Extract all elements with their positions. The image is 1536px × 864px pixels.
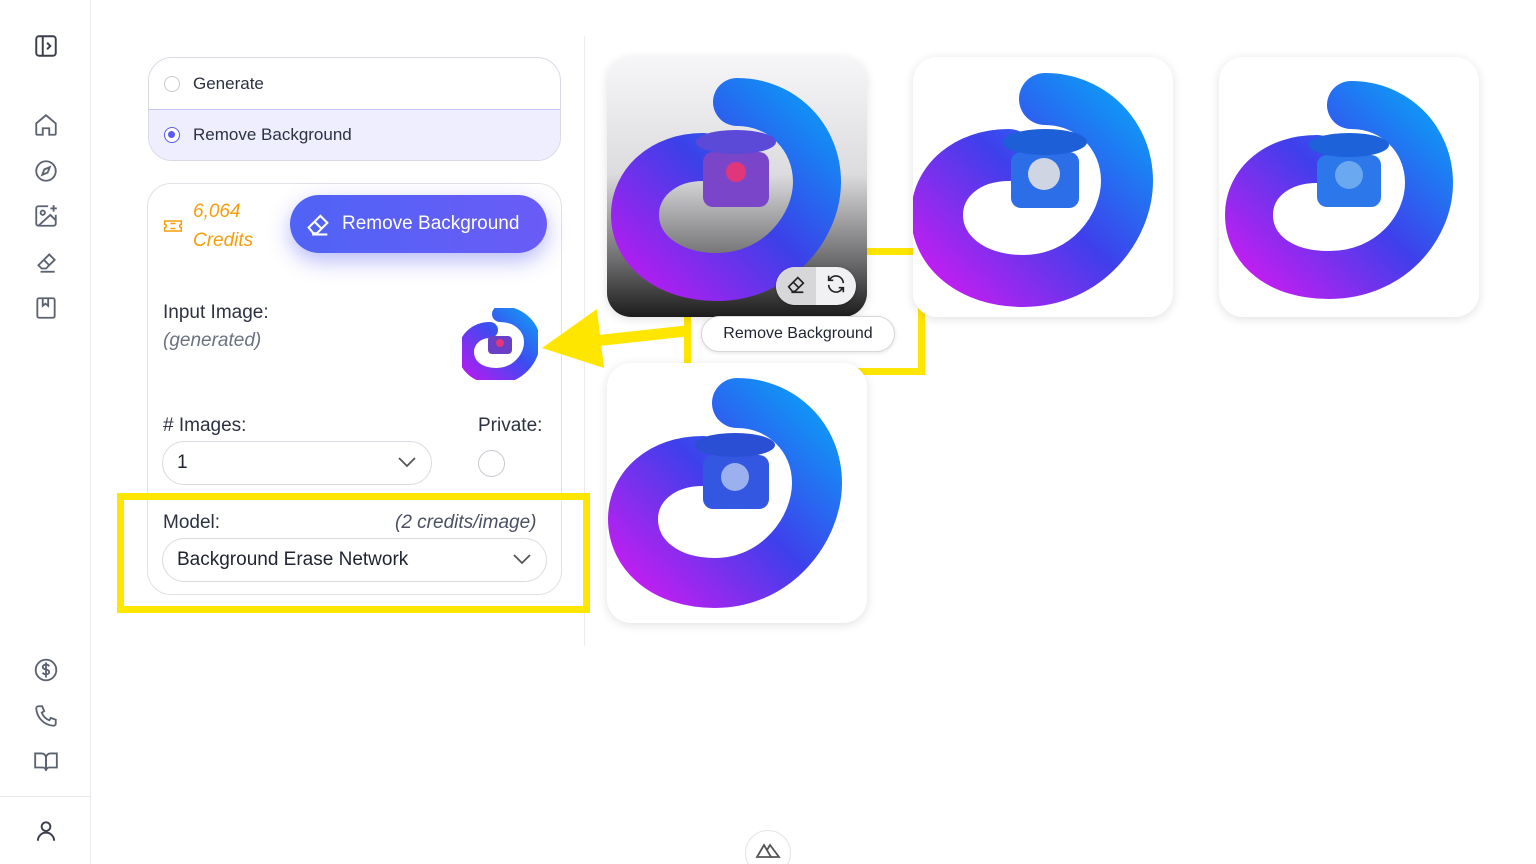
book-icon[interactable] bbox=[31, 746, 61, 776]
card-regenerate-button[interactable] bbox=[816, 267, 856, 305]
icon-sidebar bbox=[0, 0, 91, 864]
eraser-icon bbox=[304, 210, 332, 238]
result-image-card-4[interactable] bbox=[607, 363, 867, 623]
card-action-pill bbox=[776, 267, 856, 305]
private-label: Private: bbox=[478, 415, 543, 436]
input-image-note: (generated) bbox=[163, 330, 262, 351]
bookmark-icon[interactable] bbox=[31, 293, 61, 323]
input-image-thumbnail[interactable] bbox=[457, 306, 541, 385]
tooltip: Remove Background bbox=[701, 316, 895, 352]
logo-icon[interactable] bbox=[745, 830, 791, 864]
sidebar-toggle-icon[interactable] bbox=[31, 31, 61, 61]
phone-icon[interactable] bbox=[31, 701, 61, 731]
user-icon[interactable] bbox=[31, 816, 61, 846]
ticket-icon bbox=[163, 214, 183, 243]
home-icon[interactable] bbox=[31, 110, 61, 140]
private-checkbox[interactable] bbox=[478, 450, 505, 477]
input-image-label: Input Image: bbox=[163, 302, 269, 323]
mode-option-generate[interactable]: Generate bbox=[149, 58, 560, 109]
images-count-label: # Images: bbox=[163, 415, 247, 436]
image-add-icon[interactable] bbox=[31, 201, 61, 231]
card-remove-background-button[interactable] bbox=[776, 267, 816, 305]
remove-background-button-label: Remove Background bbox=[342, 213, 520, 234]
mode-label-remove-background: Remove Background bbox=[193, 125, 352, 144]
credits-label: Credits bbox=[193, 230, 254, 251]
eraser-icon bbox=[785, 273, 807, 300]
result-image-card-3[interactable] bbox=[1219, 57, 1479, 317]
credits-amount: 6,064 bbox=[193, 201, 241, 222]
radio-generate[interactable] bbox=[164, 75, 180, 92]
remove-background-button[interactable]: Remove Background bbox=[290, 195, 547, 253]
eraser-icon[interactable] bbox=[31, 247, 61, 277]
mode-option-remove-background[interactable]: Remove Background bbox=[149, 109, 560, 160]
chevron-down-icon bbox=[397, 452, 417, 474]
rail-divider bbox=[0, 796, 91, 797]
images-count-select[interactable]: 1 bbox=[162, 441, 432, 485]
radio-remove-background[interactable] bbox=[164, 127, 180, 143]
compass-icon[interactable] bbox=[31, 156, 61, 186]
model-highlight-box bbox=[117, 493, 590, 613]
mode-selector: Generate Remove Background bbox=[148, 57, 561, 161]
refresh-icon bbox=[825, 273, 847, 300]
mode-label-generate: Generate bbox=[193, 73, 264, 93]
images-count-value: 1 bbox=[177, 452, 188, 473]
dollar-icon[interactable] bbox=[31, 655, 61, 685]
credits-display: 6,064 Credits bbox=[163, 197, 253, 255]
result-image-card-2[interactable] bbox=[913, 57, 1173, 317]
